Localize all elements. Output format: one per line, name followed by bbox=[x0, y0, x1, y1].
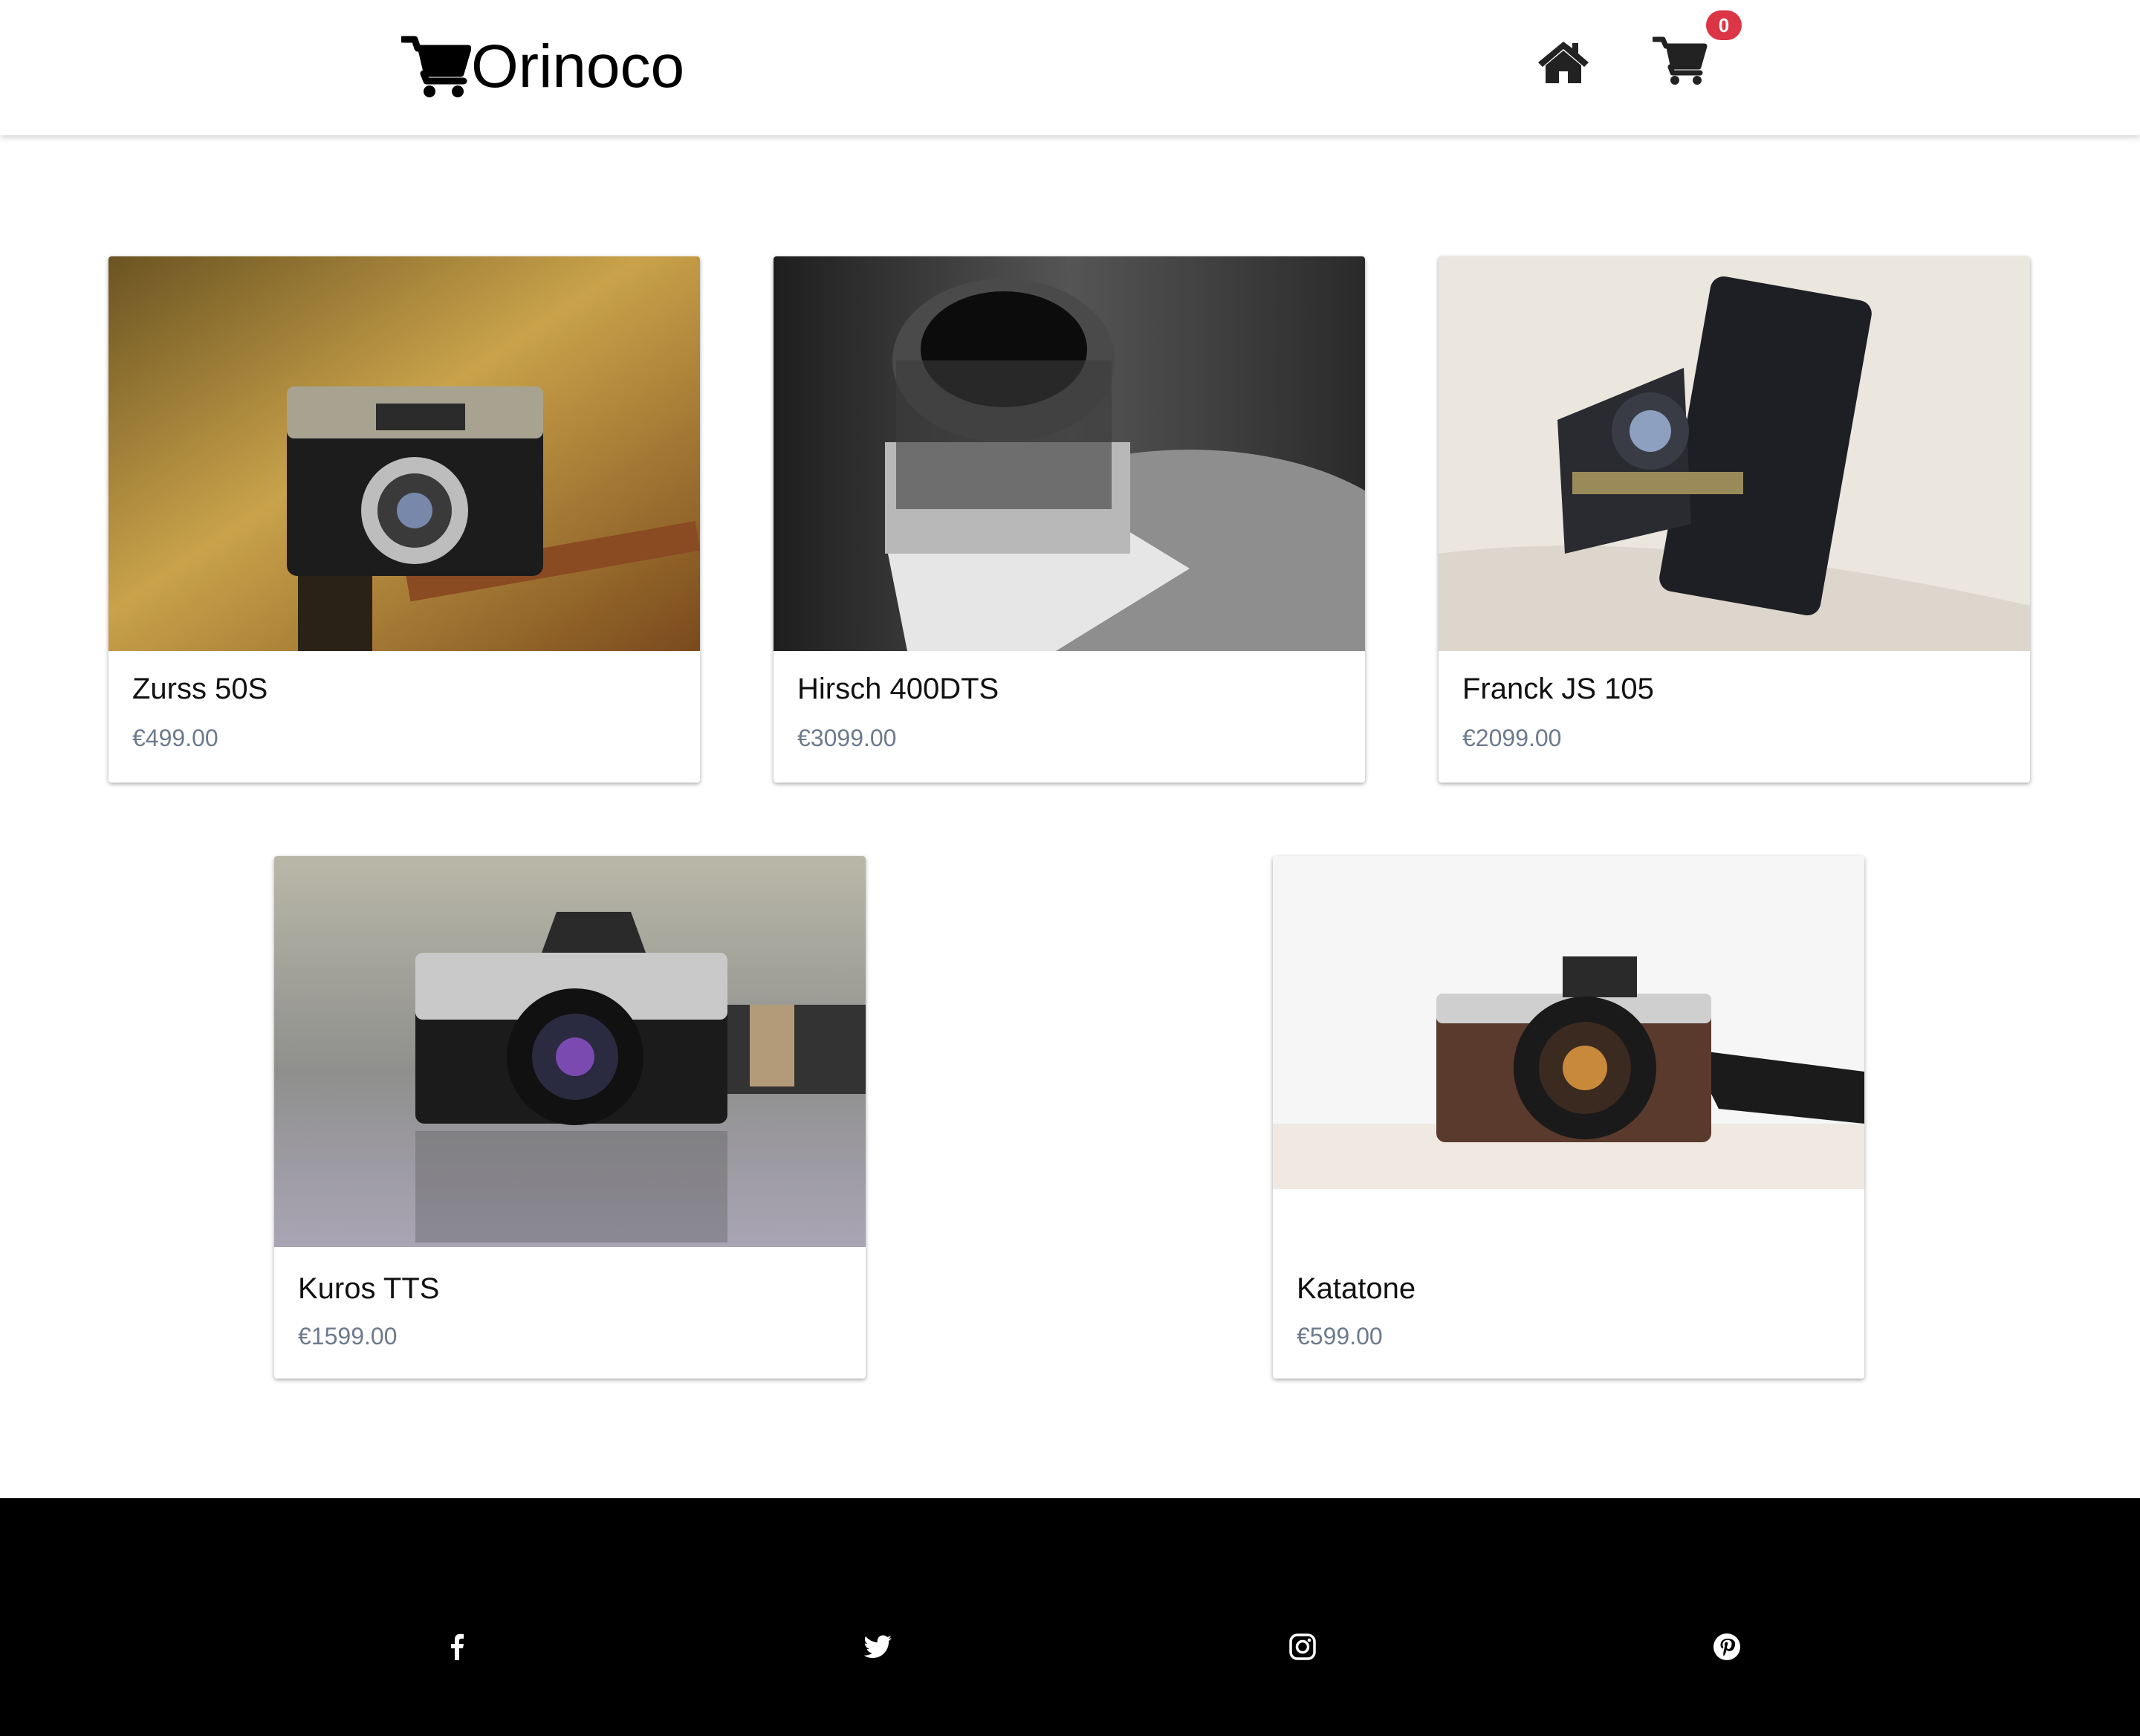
product-image bbox=[1273, 856, 1864, 1189]
product-price: €499.00 bbox=[132, 725, 218, 751]
product-card[interactable]: Franck JS 105 €2099.00 bbox=[1439, 256, 2030, 783]
instagram-link[interactable] bbox=[1288, 1632, 1317, 1662]
product-name[interactable]: Franck JS 105 bbox=[1462, 673, 1654, 706]
product-card[interactable]: Katatone €599.00 bbox=[1273, 856, 1864, 1379]
product-name[interactable]: Hirsch 400DTS bbox=[797, 673, 999, 706]
home-icon bbox=[1538, 42, 1589, 83]
product-card[interactable]: Zurss 50S €499.00 bbox=[108, 256, 700, 783]
product-image bbox=[774, 256, 1365, 651]
twitter-link[interactable] bbox=[863, 1632, 893, 1662]
cart-icon bbox=[1651, 36, 1708, 85]
twitter-icon bbox=[863, 1635, 892, 1658]
product-card[interactable]: Kuros TTS €1599.00 bbox=[274, 856, 866, 1379]
product-name[interactable]: Katatone bbox=[1297, 1272, 1416, 1306]
home-nav-link[interactable] bbox=[1535, 37, 1592, 85]
product-image bbox=[1439, 256, 2030, 651]
facebook-icon bbox=[451, 1633, 464, 1660]
product-price: €599.00 bbox=[1297, 1323, 1383, 1350]
brand-link[interactable]: Orinoco bbox=[401, 30, 684, 104]
facebook-link[interactable] bbox=[443, 1632, 473, 1662]
product-price: €1599.00 bbox=[298, 1323, 398, 1350]
product-card[interactable]: Hirsch 400DTS €3099.00 bbox=[774, 256, 1365, 783]
product-image bbox=[108, 256, 700, 651]
pinterest-icon bbox=[1713, 1633, 1740, 1660]
cart-count-badge: 0 bbox=[1706, 10, 1742, 40]
product-name[interactable]: Zurss 50S bbox=[132, 673, 268, 706]
product-name[interactable]: Kuros TTS bbox=[298, 1272, 439, 1306]
cart-nav-link[interactable] bbox=[1651, 36, 1708, 86]
brand-name: Orinoco bbox=[471, 33, 685, 100]
site-footer bbox=[0, 1498, 2140, 1736]
instagram-icon bbox=[1289, 1633, 1316, 1660]
product-image bbox=[274, 856, 866, 1247]
product-price: €3099.00 bbox=[797, 725, 897, 751]
pinterest-link[interactable] bbox=[1712, 1632, 1742, 1662]
cart-icon bbox=[401, 36, 471, 97]
product-price: €2099.00 bbox=[1462, 725, 1562, 751]
site-header: Orinoco 0 bbox=[0, 0, 2140, 135]
